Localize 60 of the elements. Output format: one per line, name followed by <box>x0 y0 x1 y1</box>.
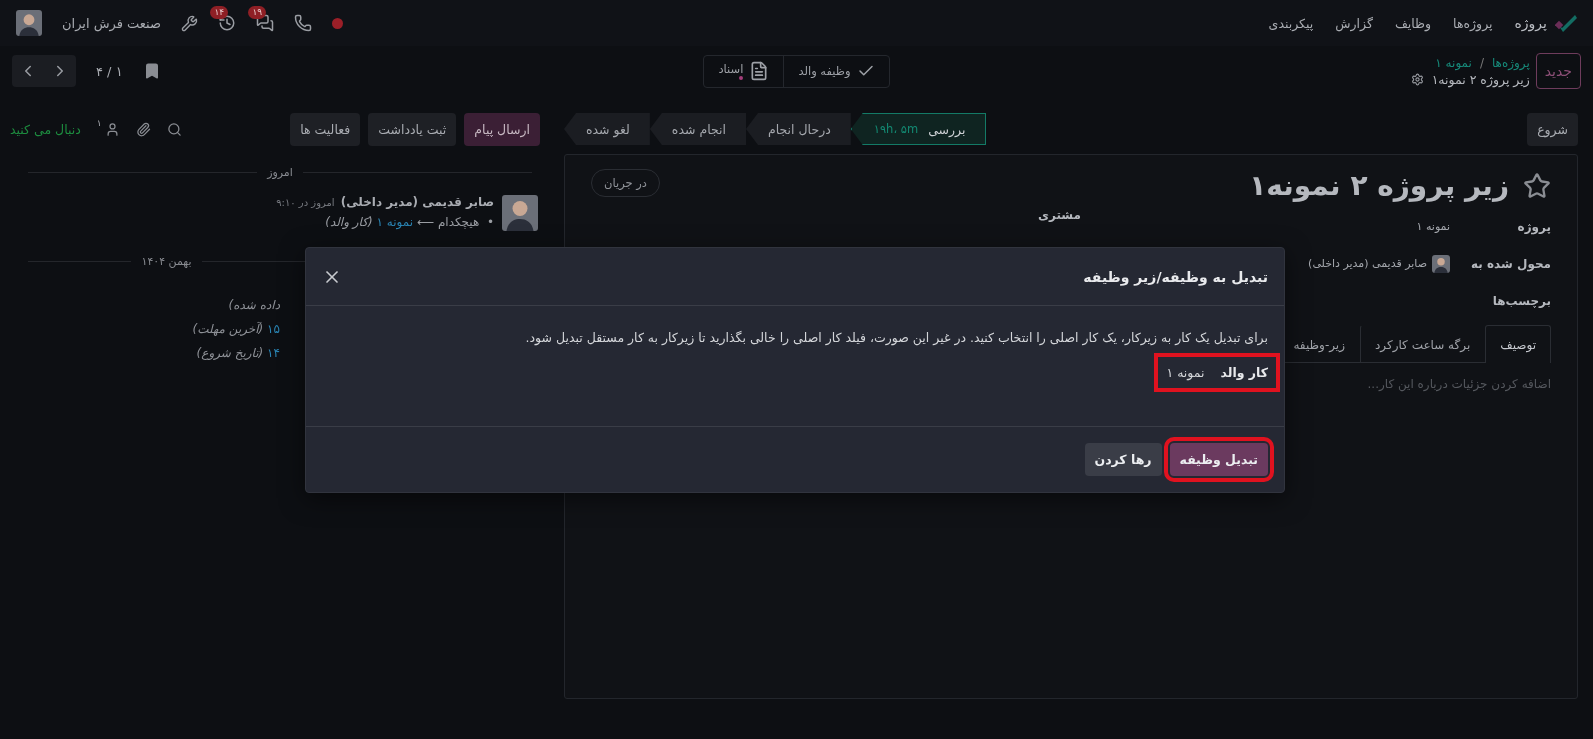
stage-step[interactable]: درحال انجام <box>746 113 851 145</box>
tab[interactable]: توصیف <box>1485 325 1551 363</box>
breadcrumb-link[interactable]: پروژه‌ها <box>1491 55 1530 70</box>
count-badge: ۱۹ <box>248 6 267 19</box>
tracking-change: ۱۵ (آخرین مهلت) <box>192 322 280 336</box>
field-label: محول شده به <box>1470 256 1551 271</box>
app-name[interactable]: پروژه <box>1514 15 1547 31</box>
message-author: صابر قدیمی (مدیر داخلی) امروز در ۹:۱۰ <box>276 195 494 209</box>
smart-button[interactable]: اسناد <box>704 55 784 87</box>
date-link[interactable]: ۱۵ <box>263 322 280 336</box>
dialog-message: برای تبدیل یک کار به زیرکار، یک کار اصلی را انتخاب کنید. در غیر این صورت، فیلد کار اصلی را خالی بگذارید تا زیرکار به کار مستقل تبدیل شود. <box>525 330 1268 345</box>
pager: ۱ / ۴ <box>96 63 123 79</box>
stage-step[interactable]: انجام شده <box>649 113 746 145</box>
menu-item[interactable]: پروژه‌ها <box>1453 15 1493 31</box>
tab[interactable]: برگه ساعت کارکرد <box>1360 325 1486 363</box>
start-button[interactable]: شروع <box>1527 112 1578 146</box>
menu-item[interactable]: پیکربندی <box>1268 15 1314 31</box>
tracking-change: ۱۴ (تاریخ شروع) <box>196 346 280 360</box>
follower-count: ۱ <box>96 117 102 128</box>
count-badge: ۱۴ <box>210 6 229 19</box>
record-link[interactable]: نمونه ۱ <box>376 215 414 229</box>
chatter-button[interactable]: فعالیت ها <box>290 112 361 146</box>
tools-icon[interactable] <box>181 14 199 32</box>
chatter-button[interactable]: ارسال پیام <box>464 112 540 146</box>
menu-item[interactable]: وظایف <box>1394 15 1432 31</box>
phone-icon[interactable] <box>294 14 313 32</box>
stage-step[interactable]: بررسی ۱۹h، ۵m <box>850 113 987 145</box>
status-dot <box>332 17 344 29</box>
field-label: برچسب‌ها <box>1491 293 1551 308</box>
record-title: زیر پروژه ۲ نمونه۱ <box>1431 71 1530 87</box>
smart-button[interactable]: وظیفه والد <box>783 55 889 87</box>
date-divider: بهمن ۱۴۰۴ <box>141 255 192 268</box>
tracking-change: • هیچکدام ⟵ نمونه ۱ (کار والد) <box>324 215 494 229</box>
tracking-change: داده شده) <box>228 298 280 312</box>
avatar <box>16 10 42 36</box>
logo-icon <box>1555 14 1577 32</box>
chat-icon[interactable] <box>256 14 275 32</box>
menu-item[interactable]: گزارش <box>1335 15 1373 31</box>
clock-icon[interactable] <box>218 14 237 32</box>
stage-step[interactable]: لغو شده <box>564 113 650 145</box>
chatter-button[interactable]: ثبت یادداشت <box>368 112 457 146</box>
date-divider: امروز <box>267 166 293 179</box>
dialog-title: تبدیل به وظیفه/زیر وظیفه <box>1083 268 1268 285</box>
field-value: صابر قدیمی (مدیر داخلی) <box>1308 257 1427 270</box>
company-name[interactable]: صنعت فرش ایران <box>62 15 162 31</box>
search-icon[interactable] <box>166 121 182 137</box>
settings-icon[interactable] <box>1410 72 1424 86</box>
avatar <box>502 195 538 231</box>
follow-link[interactable]: دنبال می کنید <box>10 121 81 137</box>
field-label: مشتری <box>1037 207 1081 222</box>
breadcrumb-link[interactable]: نمونه ۱ <box>1435 55 1472 70</box>
task-title: زیر پروژه ۲ نمونه۱ <box>1249 169 1509 202</box>
star-icon[interactable] <box>1523 171 1551 200</box>
date-link[interactable]: ۱۴ <box>263 346 280 360</box>
field-label: پروژه <box>1516 219 1551 234</box>
field-value: نمونه ۱ <box>1416 220 1450 233</box>
paperclip-icon[interactable] <box>135 121 151 137</box>
dialog-button[interactable]: رها کردن <box>1084 443 1162 476</box>
user-icon[interactable] <box>104 121 120 137</box>
separator: / <box>1479 55 1484 70</box>
